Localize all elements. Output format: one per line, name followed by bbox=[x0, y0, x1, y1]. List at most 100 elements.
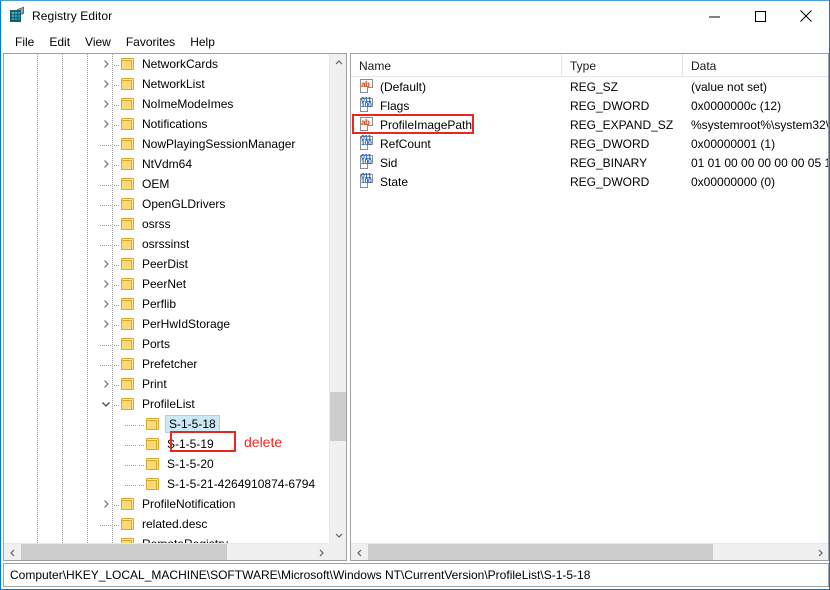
values-scroll-right-button[interactable] bbox=[811, 544, 828, 560]
tree-node[interactable]: NetworkList bbox=[4, 74, 329, 94]
tree-horizontal-scrollbar[interactable] bbox=[4, 543, 329, 560]
tree-node-label[interactable]: PerHwIdStorage bbox=[140, 316, 232, 332]
minimize-button[interactable] bbox=[691, 1, 737, 31]
tree-node[interactable]: NetworkCards bbox=[4, 54, 329, 74]
chevron-right-icon[interactable] bbox=[98, 156, 114, 172]
column-header-data[interactable]: Data bbox=[683, 54, 828, 77]
tree-node-label[interactable]: ProfileNotification bbox=[140, 496, 237, 512]
menu-file[interactable]: File bbox=[8, 33, 42, 51]
menu-help[interactable]: Help bbox=[183, 33, 223, 51]
chevron-right-icon[interactable] bbox=[98, 296, 114, 312]
tree-node[interactable]: Notifications bbox=[4, 114, 329, 134]
tree-node-label[interactable]: osrssinst bbox=[140, 236, 191, 252]
tree-node-label[interactable]: Prefetcher bbox=[140, 356, 199, 372]
close-button[interactable] bbox=[783, 1, 829, 31]
chevron-right-icon[interactable] bbox=[98, 76, 114, 92]
binary-value-icon: 011 100 bbox=[359, 154, 375, 170]
chevron-right-icon[interactable] bbox=[98, 316, 114, 332]
tree-node-label[interactable]: NoImeModeImes bbox=[140, 96, 235, 112]
chevron-down-icon[interactable] bbox=[98, 396, 114, 412]
maximize-button[interactable] bbox=[737, 1, 783, 31]
values-scroll-left-button[interactable] bbox=[351, 544, 368, 560]
tree-node-label[interactable]: ProfileList bbox=[140, 396, 197, 412]
tree-node-label[interactable]: S-1-5-20 bbox=[165, 456, 216, 472]
tree-node[interactable]: Print bbox=[4, 374, 329, 394]
tree-node-label[interactable]: PeerNet bbox=[140, 276, 188, 292]
tree-node[interactable]: ProfileList bbox=[4, 394, 329, 414]
tree-node[interactable]: RemoteRegistry bbox=[4, 534, 329, 543]
tree-node[interactable]: NowPlayingSessionManager bbox=[4, 134, 329, 154]
chevron-right-icon[interactable] bbox=[98, 116, 114, 132]
values-hscroll-thumb[interactable] bbox=[368, 544, 713, 560]
value-row[interactable]: ab (Default) REG_SZ (value not set) bbox=[351, 77, 828, 96]
value-row[interactable]: 011 100 RefCount REG_DWORD 0x00000001 (1) bbox=[351, 134, 828, 153]
tree-node[interactable]: OEM bbox=[4, 174, 329, 194]
tree-node-label[interactable]: Notifications bbox=[140, 116, 209, 132]
registry-tree[interactable]: NetworkCards NetworkList NoImeModeImes Noti… bbox=[4, 54, 329, 543]
tree-node[interactable]: Perflib bbox=[4, 294, 329, 314]
tree-node-label[interactable]: NowPlayingSessionManager bbox=[140, 136, 297, 152]
tree-node-label[interactable]: S-1-5-19 bbox=[165, 436, 216, 452]
tree-node[interactable]: PerHwIdStorage bbox=[4, 314, 329, 334]
tree-node[interactable]: osrss bbox=[4, 214, 329, 234]
title-bar: Registry Editor bbox=[1, 1, 829, 31]
tree-node-label[interactable]: RemoteRegistry bbox=[140, 536, 230, 543]
folder-icon bbox=[120, 77, 136, 91]
tree-node-label[interactable]: OpenGLDrivers bbox=[140, 196, 227, 212]
tree-node-label[interactable]: NtVdm64 bbox=[140, 156, 194, 172]
column-header-type[interactable]: Type bbox=[562, 54, 683, 77]
tree-node-label[interactable]: OEM bbox=[140, 176, 171, 192]
value-row[interactable]: 011 100 State REG_DWORD 0x00000000 (0) bbox=[351, 172, 828, 191]
tree-node[interactable]: Ports bbox=[4, 334, 329, 354]
menu-edit[interactable]: Edit bbox=[42, 33, 78, 51]
tree-node-label[interactable]: related.desc bbox=[140, 516, 209, 532]
folder-icon bbox=[145, 437, 161, 451]
tree-node[interactable]: PeerDist bbox=[4, 254, 329, 274]
tree-node[interactable]: related.desc bbox=[4, 514, 329, 534]
tree-scroll-right-button[interactable] bbox=[312, 544, 329, 560]
tree-scroll-up-button[interactable] bbox=[330, 54, 346, 71]
tree-node[interactable]: S-1-5-18 bbox=[4, 414, 329, 434]
chevron-right-icon[interactable] bbox=[98, 96, 114, 112]
tree-node-label[interactable]: NetworkCards bbox=[140, 56, 220, 72]
column-header-name[interactable]: Name bbox=[351, 54, 562, 77]
tree-node[interactable]: NoImeModeImes bbox=[4, 94, 329, 114]
tree-node[interactable]: PeerNet bbox=[4, 274, 329, 294]
tree-node-label[interactable]: Perflib bbox=[140, 296, 178, 312]
chevron-right-icon[interactable] bbox=[98, 56, 114, 72]
tree-scroll-left-button[interactable] bbox=[4, 544, 21, 560]
chevron-right-icon[interactable] bbox=[98, 496, 114, 512]
tree-node-label[interactable]: osrss bbox=[140, 216, 173, 232]
tree-node-label[interactable]: S-1-5-18 bbox=[165, 415, 220, 433]
tree-node-label[interactable]: Ports bbox=[140, 336, 172, 352]
chevron-right-icon[interactable] bbox=[98, 256, 114, 272]
tree-scroll-down-button[interactable] bbox=[330, 526, 346, 543]
value-row[interactable]: 011 100 Sid REG_BINARY 01 01 00 00 00 00 00 … bbox=[351, 153, 828, 172]
tree-connector bbox=[98, 536, 114, 543]
tree-node-label[interactable]: Print bbox=[140, 376, 169, 392]
tree-node[interactable]: NtVdm64 bbox=[4, 154, 329, 174]
tree-node[interactable]: S-1-5-21-4264910874-6794 bbox=[4, 474, 329, 494]
tree-vertical-scrollbar[interactable] bbox=[329, 54, 346, 543]
tree-node-label[interactable]: NetworkList bbox=[140, 76, 207, 92]
menu-favorites[interactable]: Favorites bbox=[119, 33, 183, 51]
tree-hscroll-thumb[interactable] bbox=[21, 544, 227, 560]
menu-view[interactable]: View bbox=[78, 33, 119, 51]
tree-node[interactable]: OpenGLDrivers bbox=[4, 194, 329, 214]
value-row[interactable]: 011 100 Flags REG_DWORD 0x0000000c (12) bbox=[351, 96, 828, 115]
tree-node[interactable]: ProfileNotification bbox=[4, 494, 329, 514]
tree-node[interactable]: S-1-5-20 bbox=[4, 454, 329, 474]
value-row[interactable]: ab ProfileImagePath REG_EXPAND_SZ %systemro… bbox=[351, 115, 828, 134]
values-list[interactable]: ab (Default) REG_SZ (value not set) 011 100 Fl… bbox=[351, 77, 828, 191]
values-horizontal-scrollbar[interactable] bbox=[351, 543, 828, 560]
value-name: RefCount bbox=[380, 136, 431, 151]
tree-node[interactable]: Prefetcher bbox=[4, 354, 329, 374]
chevron-right-icon[interactable] bbox=[98, 276, 114, 292]
tree-scroll-thumb[interactable] bbox=[330, 392, 346, 441]
chevron-right-icon[interactable] bbox=[98, 376, 114, 392]
status-bar-path: Computer\HKEY_LOCAL_MACHINE\SOFTWARE\Mic… bbox=[10, 568, 591, 582]
value-type: REG_DWORD bbox=[570, 174, 650, 189]
tree-node-label[interactable]: S-1-5-21-4264910874-6794 bbox=[165, 476, 317, 492]
tree-node[interactable]: osrssinst bbox=[4, 234, 329, 254]
tree-node-label[interactable]: PeerDist bbox=[140, 256, 190, 272]
